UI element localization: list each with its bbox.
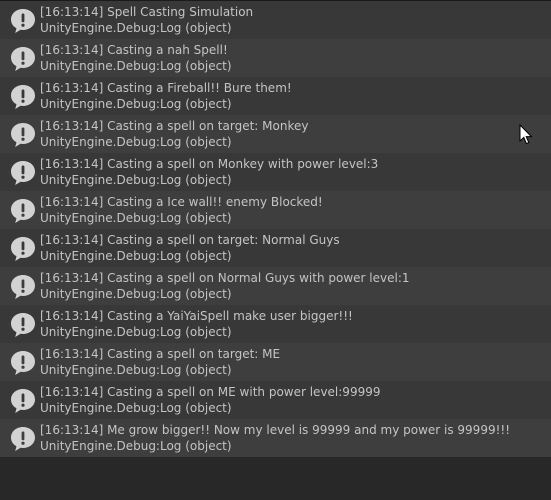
- log-message: [16:13:14] Casting a spell on ME with po…: [40, 385, 381, 399]
- log-entry[interactable]: [16:13:14] Casting a spell on target: Mo…: [0, 115, 551, 153]
- log-message: [16:13:14] Casting a spell on Monkey wit…: [40, 157, 379, 171]
- log-entry[interactable]: [16:13:14] Casting a spell on target: ME…: [0, 343, 551, 381]
- log-source: UnityEngine.Debug:Log (object): [40, 58, 232, 73]
- log-message: [16:13:14] Casting a spell on target: No…: [40, 233, 340, 247]
- info-speech-bubble-icon: [11, 313, 35, 337]
- log-entry[interactable]: [16:13:14] Casting a nah Spell! UnityEng…: [0, 39, 551, 77]
- info-speech-bubble-icon: [11, 9, 35, 33]
- log-entry[interactable]: [16:13:14] Casting a spell on target: No…: [0, 229, 551, 267]
- log-entry[interactable]: [16:13:14] Casting a YaiYaiSpell make us…: [0, 305, 551, 343]
- log-source: UnityEngine.Debug:Log (object): [40, 134, 232, 149]
- log-entry[interactable]: [16:13:14] Casting a spell on Monkey wit…: [0, 153, 551, 191]
- log-message: [16:13:14] Casting a Ice wall!! enemy Bl…: [40, 195, 323, 209]
- info-speech-bubble-icon: [11, 85, 35, 109]
- info-speech-bubble-icon: [11, 275, 35, 299]
- log-source: UnityEngine.Debug:Log (object): [40, 248, 232, 263]
- info-speech-bubble-icon: [11, 47, 35, 71]
- log-source: UnityEngine.Debug:Log (object): [40, 362, 232, 377]
- log-entry[interactable]: [16:13:14] Casting a spell on Normal Guy…: [0, 267, 551, 305]
- log-message: [16:13:14] Casting a YaiYaiSpell make us…: [40, 309, 353, 323]
- info-speech-bubble-icon: [11, 351, 35, 375]
- info-speech-bubble-icon: [11, 427, 35, 451]
- log-source: UnityEngine.Debug:Log (object): [40, 172, 232, 187]
- info-speech-bubble-icon: [11, 237, 35, 261]
- console-window: [16:13:14] Spell Casting Simulation Unit…: [0, 0, 551, 500]
- log-entry[interactable]: [16:13:14] Casting a spell on ME with po…: [0, 381, 551, 419]
- log-source: UnityEngine.Debug:Log (object): [40, 438, 232, 453]
- log-source: UnityEngine.Debug:Log (object): [40, 286, 232, 301]
- log-source: UnityEngine.Debug:Log (object): [40, 96, 232, 111]
- mouse-pointer-icon: [519, 124, 533, 145]
- log-list[interactable]: [16:13:14] Spell Casting Simulation Unit…: [0, 1, 551, 457]
- log-message: [16:13:14] Spell Casting Simulation: [40, 5, 254, 19]
- log-source: UnityEngine.Debug:Log (object): [40, 210, 232, 225]
- log-entry[interactable]: [16:13:14] Casting a Ice wall!! enemy Bl…: [0, 191, 551, 229]
- log-message: [16:13:14] Me grow bigger!! Now my level…: [40, 423, 511, 437]
- log-message: [16:13:14] Casting a nah Spell!: [40, 43, 228, 57]
- log-message: [16:13:14] Casting a spell on target: ME: [40, 347, 281, 361]
- info-speech-bubble-icon: [11, 161, 35, 185]
- info-speech-bubble-icon: [11, 123, 35, 147]
- info-speech-bubble-icon: [11, 389, 35, 413]
- log-message: [16:13:14] Casting a spell on Normal Guy…: [40, 271, 410, 285]
- log-message: [16:13:14] Casting a Fireball!! Bure the…: [40, 81, 292, 95]
- log-source: UnityEngine.Debug:Log (object): [40, 400, 232, 415]
- log-message: [16:13:14] Casting a spell on target: Mo…: [40, 119, 309, 133]
- log-entry[interactable]: [16:13:14] Me grow bigger!! Now my level…: [0, 419, 551, 457]
- log-source: UnityEngine.Debug:Log (object): [40, 324, 232, 339]
- log-source: UnityEngine.Debug:Log (object): [40, 20, 232, 35]
- log-entry[interactable]: [16:13:14] Casting a Fireball!! Bure the…: [0, 77, 551, 115]
- log-entry[interactable]: [16:13:14] Spell Casting Simulation Unit…: [0, 1, 551, 39]
- info-speech-bubble-icon: [11, 199, 35, 223]
- empty-console-area: [0, 457, 551, 500]
